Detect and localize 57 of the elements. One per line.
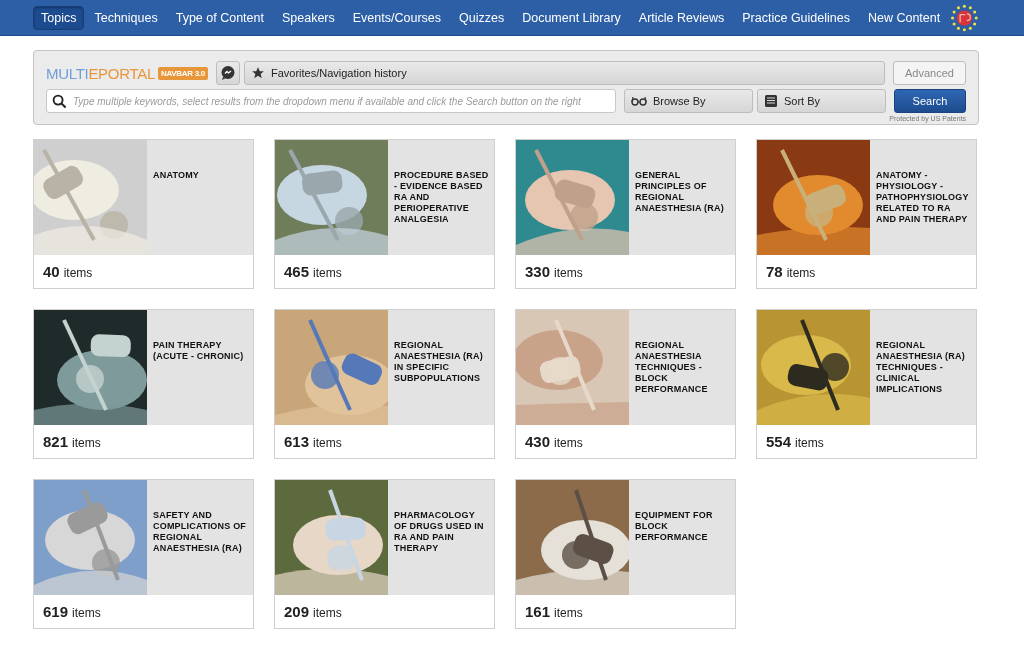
search-icon (52, 93, 67, 109)
card-index-icon (764, 94, 778, 108)
favorites-button[interactable]: Favorites/Navigation history (243, 61, 885, 85)
item-count: 78 (766, 263, 783, 280)
item-count: 821 (43, 433, 69, 450)
nav-tab[interactable]: Document Library (514, 5, 629, 30)
nav-tab[interactable]: Events/Courses (344, 5, 449, 30)
nav-tab[interactable]: Practice Guidelines (734, 5, 858, 30)
topic-card[interactable]: REGIONAL ANAESTHESIA (RA) TECHNIQUES - CLINICAL IMPLICATIONS 554 items (756, 309, 977, 459)
topic-card[interactable]: SAFETY AND COMPLICATIONS OF REGIONAL ANAESTHESIA (RA) 619 items (33, 479, 254, 629)
item-unit: items (786, 266, 816, 280)
item-unit: items (313, 436, 342, 450)
item-unit: items (554, 606, 583, 620)
nav-tab[interactable]: Type of Content (167, 5, 272, 30)
nav-tab[interactable]: Article Reviews (630, 5, 733, 30)
item-count: 554 (766, 433, 792, 450)
nav-tab[interactable]: Techniques (86, 5, 166, 30)
item-unit: items (72, 606, 101, 620)
star-icon (250, 66, 265, 80)
topic-card[interactable]: ANATOMY - PHYSIOLOGY - PATHOPHYSIOLOGY RELATED TO RA AND PAIN THERAPY 78 items (756, 139, 977, 289)
item-count: 613 (284, 433, 310, 450)
item-count: 161 (525, 603, 551, 620)
glasses-icon (631, 96, 647, 106)
item-unit: items (554, 266, 583, 280)
item-count: 619 (43, 603, 69, 620)
version-badge: NAVBAR 3.0 (157, 66, 208, 80)
topic-card[interactable]: PROCEDURE BASED - EVIDENCE BASED RA AND PERIOPERATIVE ANALGESIA 465 items (274, 139, 495, 289)
logo-text: EPORTAL (88, 64, 155, 82)
item-count: 465 (284, 263, 310, 280)
search-button[interactable]: Search (894, 89, 966, 113)
topic-card[interactable]: ANATOMY 40 items (33, 139, 254, 289)
logo-text: MULTI (46, 64, 89, 82)
search-field[interactable]: Type multiple keywords, select results from the dropdown menu if available and click the Search button on the right (46, 89, 616, 113)
nav-tab[interactable]: New Content (859, 5, 949, 30)
item-count: 40 (43, 263, 60, 280)
item-count: 209 (284, 603, 310, 620)
topic-card[interactable]: EQUIPMENT FOR BLOCK PERFORMANCE 161 items (515, 479, 736, 629)
item-unit: items (72, 436, 101, 450)
item-count: 330 (525, 263, 551, 280)
item-count: 430 (525, 433, 551, 450)
item-unit: items (795, 436, 824, 450)
speech-bubble-icon (219, 65, 236, 81)
topic-card[interactable]: PAIN THERAPY (ACUTE - CHRONIC) 821 items (33, 309, 254, 459)
item-unit: items (313, 266, 342, 280)
topic-card[interactable]: REGIONAL ANAESTHESIA (RA) IN SPECIFIC SUBPOPULATIONS 613 items (274, 309, 495, 459)
topic-card[interactable]: PHARMACOLOGY OF DRUGS USED IN RA AND PAIN THERAPY 209 items (274, 479, 495, 629)
browse-by-button[interactable]: Browse By (624, 89, 753, 113)
chat-button[interactable] (215, 61, 240, 85)
sort-by-button[interactable]: Sort By (757, 89, 886, 113)
item-unit: items (554, 436, 583, 450)
item-unit: items (63, 266, 93, 280)
topic-card[interactable]: GENERAL PRINCIPLES OF REGIONAL ANAESTHESIA (RA) 330 items (515, 139, 736, 289)
nav-tab[interactable]: Quizzes (451, 5, 513, 30)
nav-tab[interactable]: Topics (33, 5, 85, 30)
topic-card[interactable]: REGIONAL ANAESTHESIA TECHNIQUES - BLOCK PERFORMANCE 430 items (515, 309, 736, 459)
nav-tab[interactable]: Speakers (273, 5, 343, 30)
item-unit: items (313, 606, 342, 620)
